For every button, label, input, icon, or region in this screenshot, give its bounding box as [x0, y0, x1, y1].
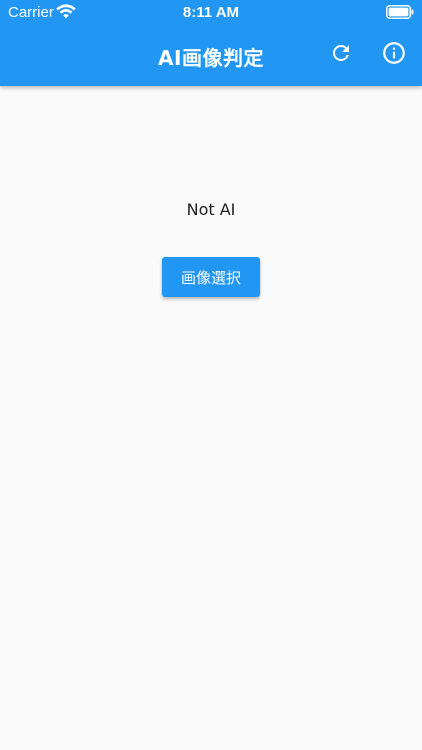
select-image-button[interactable]: 画像選択 [162, 257, 260, 297]
refresh-icon [329, 41, 353, 70]
info-icon [381, 40, 407, 71]
refresh-button[interactable] [326, 40, 356, 70]
app-bar: Carrier 8:11 AM AI画像判定 [0, 0, 422, 86]
info-button[interactable] [379, 40, 409, 70]
status-time: 8:11 AM [182, 4, 240, 21]
status-bar: Carrier 8:11 AM [0, 0, 422, 24]
result-text: Not AI [186, 200, 236, 219]
battery-icon [386, 5, 414, 19]
page-title: AI画像判定 [158, 46, 264, 70]
